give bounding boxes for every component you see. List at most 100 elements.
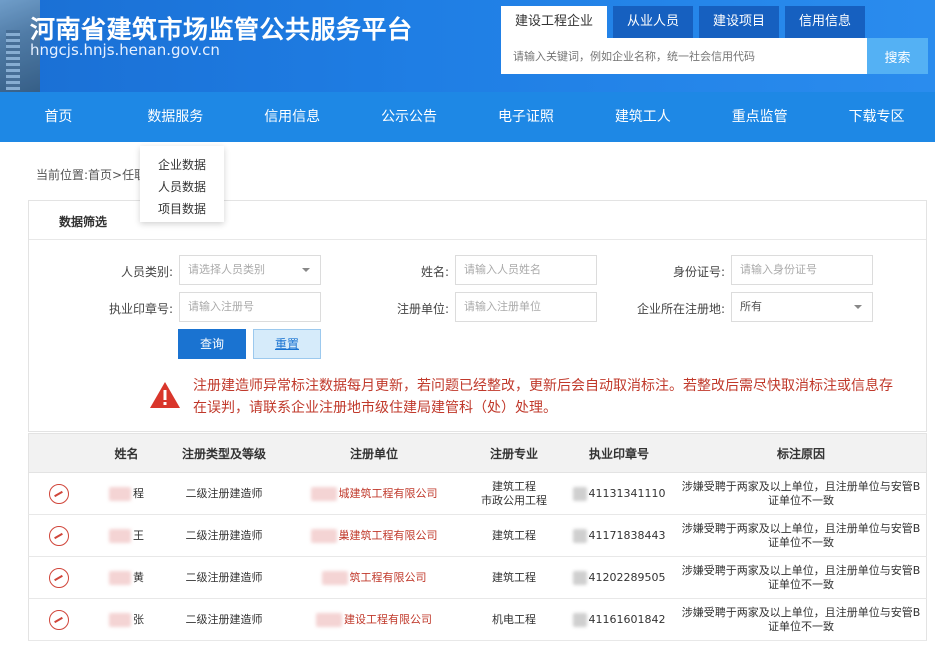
seal-placeholder: 请输入注册号 <box>188 300 254 313</box>
person-type-select[interactable]: 请选择人员类别 <box>179 255 321 285</box>
cell-name-text: 程 <box>133 487 144 500</box>
redaction-mask <box>109 613 131 627</box>
name-input[interactable]: 请输入人员姓名 <box>455 255 597 285</box>
cell-seal: 41202289505 <box>564 557 674 599</box>
redaction-mask <box>109 529 131 543</box>
cell-level: 二级注册建造师 <box>164 515 284 557</box>
table-row[interactable]: 程 二级注册建造师 城建筑工程有限公司 建筑工程 市政公用工程 41131341110 涉… <box>28 473 927 515</box>
search-tab-project[interactable]: 建设项目 <box>699 6 780 38</box>
unit-label: 注册单位: <box>396 302 449 316</box>
person-type-label: 人员类别: <box>120 265 173 279</box>
redaction-mask <box>310 529 337 543</box>
redaction-mask <box>321 571 348 585</box>
cell-unit: 巢建筑工程有限公司 <box>284 515 464 557</box>
search-tab-enterprise[interactable]: 建设工程企业 <box>501 6 608 38</box>
cell-major: 建筑工程 <box>464 515 564 557</box>
table-row[interactable]: 黄 二级注册建造师 筑工程有限公司 建筑工程 41202289505 涉嫌受聘于两家及以上… <box>28 557 927 599</box>
nav-download[interactable]: 下载专区 <box>818 92 935 142</box>
redaction-mask <box>572 571 587 585</box>
nav-workers[interactable]: 建筑工人 <box>584 92 701 142</box>
nav-e-certificate[interactable]: 电子证照 <box>468 92 585 142</box>
cell-unit-text: 筑工程有限公司 <box>349 571 427 584</box>
redaction-mask <box>109 487 131 501</box>
search-tab-credit[interactable]: 信用信息 <box>785 6 866 38</box>
cell-level-text: 二级注册建造师 <box>185 487 263 500</box>
redaction-mask <box>310 487 337 501</box>
cell-seal: 41161601842 <box>564 599 674 641</box>
query-button[interactable]: 查询 <box>178 329 246 359</box>
cell-reason: 涉嫌受聘于两家及以上单位，且注册单位与安管B证单位不一致 <box>674 515 928 557</box>
search-tab-personnel[interactable]: 从业人员 <box>613 6 694 38</box>
nav-home[interactable]: 首页 <box>0 92 117 142</box>
cell-unit-text: 巢建筑工程有限公司 <box>338 529 438 542</box>
cell-level: 二级注册建造师 <box>164 473 284 515</box>
redaction-mask <box>316 613 342 627</box>
filter-title: 数据筛选 <box>59 215 108 229</box>
cell-unit: 建设工程有限公司 <box>284 599 464 641</box>
table-body: 程二级注册建造师 城建筑工程有限公司 建筑工程 市政公用工程 41131341110 涉… <box>28 473 927 641</box>
th-name: 姓名 <box>114 447 139 461</box>
cell-reason: 涉嫌受聘于两家及以上单位，且注册单位与安管B证单位不一致 <box>674 599 928 641</box>
cell-major-text: 建筑工程 市政公用工程 <box>481 480 547 507</box>
redaction-mask <box>109 571 131 585</box>
flag-marker-icon <box>49 610 69 630</box>
dropdown-personnel-data[interactable]: 人员数据 <box>140 176 224 198</box>
cell-seal-text: 41161601842 <box>588 613 666 626</box>
cell-unit-text: 城建筑工程有限公司 <box>338 487 438 500</box>
cell-reason: 涉嫌受聘于两家及以上单位，且注册单位与安管B证单位不一致 <box>674 557 928 599</box>
region-select[interactable]: 所有 <box>731 292 873 322</box>
nav-credit[interactable]: 信用信息 <box>234 92 351 142</box>
cell-name: 黄 <box>89 557 164 599</box>
cell-level: 二级注册建造师 <box>164 557 284 599</box>
cell-seal: 41131341110 <box>564 473 674 515</box>
flag-marker-icon <box>49 484 69 504</box>
search-input[interactable] <box>501 38 867 74</box>
nav-data-service[interactable]: 数据服务 <box>117 92 234 142</box>
cell-reason-text: 涉嫌受聘于两家及以上单位，且注册单位与安管B证单位不一致 <box>681 564 921 591</box>
table-row[interactable]: 王 二级注册建造师 巢建筑工程有限公司 建筑工程 41171838443 涉嫌受聘于两家及… <box>28 515 927 557</box>
nav-announcement[interactable]: 公示公告 <box>351 92 468 142</box>
id-label: 身份证号: <box>672 265 725 279</box>
cell-seal: 41171838443 <box>564 515 674 557</box>
th-major: 注册专业 <box>489 447 538 461</box>
th-seal: 执业印章号 <box>588 447 649 461</box>
dropdown-project-data[interactable]: 项目数据 <box>140 198 224 220</box>
seal-input[interactable]: 请输入注册号 <box>179 292 321 322</box>
site-domain: hngcjs.hnjs.henan.gov.cn <box>30 41 220 59</box>
region-value: 所有 <box>740 300 762 313</box>
region-label: 企业所在注册地: <box>636 302 725 316</box>
seal-label: 执业印章号: <box>108 302 173 316</box>
nav-key-supervision[interactable]: 重点监管 <box>701 92 818 142</box>
cell-level-text: 二级注册建造师 <box>185 529 263 542</box>
name-placeholder: 请输入人员姓名 <box>464 263 541 276</box>
unit-input[interactable]: 请输入注册单位 <box>455 292 597 322</box>
dropdown-enterprise-data[interactable]: 企业数据 <box>140 154 224 176</box>
redaction-mask <box>572 529 587 543</box>
cell-name: 张 <box>89 599 164 641</box>
id-placeholder: 请输入身份证号 <box>740 263 817 276</box>
id-input[interactable]: 请输入身份证号 <box>731 255 873 285</box>
cell-level-text: 二级注册建造师 <box>185 613 263 626</box>
data-service-dropdown: 企业数据 人员数据 项目数据 <box>140 146 224 222</box>
search-button[interactable]: 搜索 <box>867 38 928 74</box>
th-unit: 注册单位 <box>349 447 398 461</box>
table-row[interactable]: 张 二级注册建造师 建设工程有限公司 机电工程 41161601842 涉嫌受聘于两家及以… <box>28 599 927 641</box>
name-label: 姓名: <box>420 265 449 279</box>
filter-panel: 数据筛选 人员类别: 请选择人员类别 姓名: 请输入人员姓名 身份证号: 请输入… <box>28 200 927 432</box>
cell-major: 建筑工程 <box>464 557 564 599</box>
cell-unit: 筑工程有限公司 <box>284 557 464 599</box>
th-level: 注册类型及等级 <box>181 447 266 461</box>
reset-button[interactable]: 重置 <box>253 329 321 359</box>
cell-unit-text: 建设工程有限公司 <box>344 613 432 626</box>
cell-seal-text: 41202289505 <box>588 571 666 584</box>
search-tabs: 建设工程企业 从业人员 建设项目 信用信息 <box>501 6 866 38</box>
flag-marker-icon <box>49 526 69 546</box>
table-header: 姓名 注册类型及等级 注册单位 注册专业 执业印章号 标注原因 <box>28 433 927 473</box>
th-reason: 标注原因 <box>776 447 825 461</box>
cell-name-text: 黄 <box>133 571 144 584</box>
cell-name: 王 <box>89 515 164 557</box>
cell-major-text: 机电工程 <box>492 613 536 626</box>
cell-name: 程 <box>89 473 164 515</box>
cell-major-text: 建筑工程 <box>492 529 536 542</box>
cell-unit: 城建筑工程有限公司 <box>284 473 464 515</box>
